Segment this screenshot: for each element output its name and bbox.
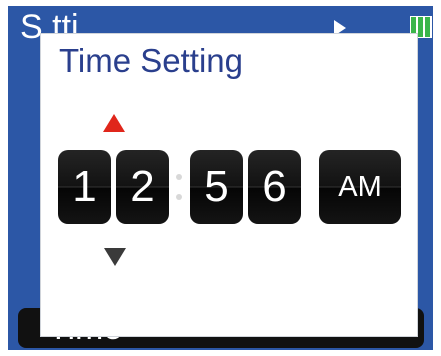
minute-digit-2-tile[interactable]: 6 (248, 150, 301, 224)
down-arrow-icon[interactable] (104, 248, 126, 266)
time-separator (171, 170, 189, 210)
meridiem-tile[interactable]: AM (319, 150, 401, 224)
hour-digit-2-tile[interactable]: 2 (116, 150, 169, 224)
dialog-title: Time Setting (59, 42, 244, 79)
hour-digit-1-tile[interactable]: 1 (58, 150, 111, 224)
time-setting-dialog: Time Setting 1 2 5 6 AM (41, 34, 417, 336)
minute-digit-1-tile[interactable]: 5 (190, 150, 243, 224)
up-arrow-icon[interactable] (103, 114, 125, 132)
